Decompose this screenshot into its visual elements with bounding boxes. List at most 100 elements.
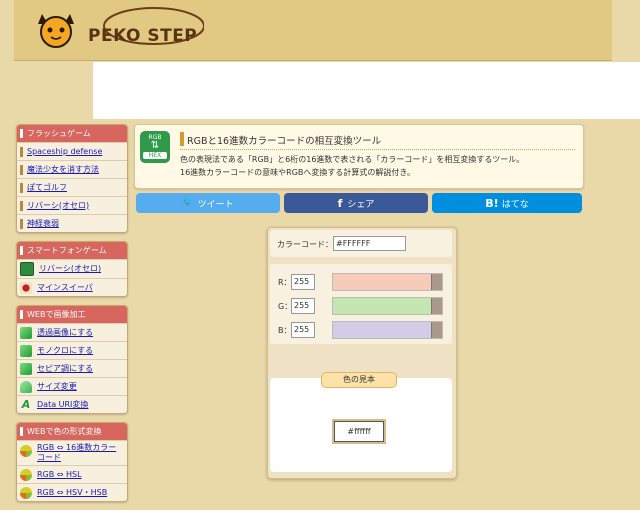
title-card: RGB ⇅ HEX RGBと16進数カラーコードの相互変換ツール 色の表現法であ… bbox=[134, 124, 584, 189]
sidebar-section-image-tools: WEBで画像加工 透過画像にする モノクロにする セピア調にする サイズ変更 A… bbox=[16, 305, 128, 414]
sidebar-section-color-tools: WEBで色の形式変換 RGB ⇔ 16進数カラーコード RGB ⇔ HSL RG… bbox=[16, 422, 128, 502]
sidebar-heading: スマートフォンゲーム bbox=[17, 242, 127, 259]
page-description: 色の表現法である「RGB」と6桁の16進数で表される「カラーコード」を相互変換す… bbox=[180, 153, 524, 179]
color-sample-label: 色の見本 bbox=[321, 372, 397, 388]
ad-banner bbox=[93, 62, 640, 119]
sidebar-link[interactable]: Data URI変換 bbox=[37, 400, 88, 410]
icon-label-hex: HEX bbox=[143, 152, 167, 159]
sidebar-link[interactable]: RGB ⇔ HSV・HSB bbox=[37, 488, 107, 498]
green-slider-thumb[interactable] bbox=[431, 298, 442, 314]
green-cube-icon bbox=[20, 380, 32, 393]
twitter-bird-icon: 🐦 bbox=[182, 198, 194, 208]
color-dot-icon bbox=[20, 445, 32, 457]
colorcode-label: カラーコード： bbox=[277, 240, 333, 249]
title-accent-bar bbox=[180, 132, 184, 146]
red-label: R： bbox=[278, 278, 292, 287]
green-row: G： 255 bbox=[270, 297, 452, 315]
sidebar-item[interactable]: RGB ⇔ 16進数カラーコード bbox=[17, 440, 127, 465]
hatena-label: はてな bbox=[501, 199, 529, 210]
sidebar-item[interactable]: セピア調にする bbox=[17, 359, 127, 377]
sidebar-item[interactable]: サイズ変更 bbox=[17, 377, 127, 395]
green-cube-icon bbox=[20, 344, 32, 357]
sidebar-item[interactable]: リバーシ(オセロ) bbox=[17, 259, 127, 278]
colorcode-row: カラーコード： #FFFFFF bbox=[270, 230, 452, 257]
sidebar-item[interactable]: A Data URI変換 bbox=[17, 395, 127, 413]
share-buttons: 🐦 ツイート f シェア B! はてな bbox=[134, 193, 584, 213]
red-slider-track[interactable] bbox=[332, 273, 443, 291]
letter-a-icon: A bbox=[21, 397, 31, 411]
colorcode-input[interactable]: #FFFFFF bbox=[333, 236, 406, 251]
facebook-share-button[interactable]: f シェア bbox=[284, 193, 428, 213]
facebook-f-icon: f bbox=[337, 196, 343, 210]
sidebar-item[interactable]: 魔法少女を消す方法 bbox=[17, 160, 127, 178]
green-cube-icon bbox=[20, 362, 32, 375]
sidebar-section-smartphone-games: スマートフォンゲーム リバーシ(オセロ) マインスイーパ bbox=[16, 241, 128, 297]
sidebar-link[interactable]: Spaceship defense bbox=[27, 147, 102, 157]
sidebar-item[interactable]: 神経衰弱 bbox=[17, 214, 127, 232]
sidebar-link[interactable]: 魔法少女を消す方法 bbox=[27, 165, 99, 175]
bullet-bar-icon bbox=[20, 182, 23, 193]
bullet-bar-icon bbox=[20, 146, 23, 157]
red-row: R： 255 bbox=[270, 273, 452, 291]
main-content: RGB ⇅ HEX RGBと16進数カラーコードの相互変換ツール 色の表現法であ… bbox=[134, 124, 584, 479]
rgb-hex-icon: RGB ⇅ HEX bbox=[140, 131, 170, 163]
hatena-bookmark-button[interactable]: B! はてな bbox=[432, 193, 582, 213]
page-title: RGBと16進数カラーコードの相互変換ツール bbox=[187, 136, 382, 147]
blue-slider-thumb[interactable] bbox=[431, 322, 442, 338]
green-input[interactable]: 255 bbox=[291, 298, 315, 314]
sidebar-item[interactable]: ぽてゴルフ bbox=[17, 178, 127, 196]
sidebar-link[interactable]: RGB ⇔ HSL bbox=[37, 470, 82, 480]
blue-input[interactable]: 255 bbox=[291, 322, 315, 338]
green-cube-icon bbox=[20, 326, 32, 339]
converter-tool: カラーコード： #FFFFFF R： 255 G： 255 B： 255 色の見… bbox=[267, 227, 457, 479]
sidebar-heading: フラッシュゲーム bbox=[17, 125, 127, 142]
sidebar-link[interactable]: セピア調にする bbox=[37, 364, 93, 374]
sidebar-heading: WEBで画像加工 bbox=[17, 306, 127, 323]
sidebar-heading: WEBで色の形式変換 bbox=[17, 423, 127, 440]
logo-text: PEKO STEP bbox=[88, 26, 198, 46]
sidebar-link[interactable]: RGB ⇔ 16進数カラーコード bbox=[37, 443, 124, 463]
sidebar-link[interactable]: 神経衰弱 bbox=[27, 219, 59, 229]
bullet-bar-icon bbox=[20, 200, 23, 211]
blue-label: B： bbox=[278, 326, 292, 335]
color-dot-icon bbox=[20, 468, 32, 481]
sidebar-item[interactable]: リバーシ(オセロ) bbox=[17, 196, 127, 214]
site-logo[interactable]: PEKO STEP bbox=[34, 6, 204, 50]
green-slider-track[interactable] bbox=[332, 297, 443, 315]
color-sample-swatch: #ffffff bbox=[334, 421, 384, 442]
facebook-share-label: シェア bbox=[347, 199, 375, 210]
sidebar-item[interactable]: マインスイーパ bbox=[17, 278, 127, 296]
sidebar-section-flash-games: フラッシュゲーム Spaceship defense 魔法少女を消す方法 ぽてゴ… bbox=[16, 124, 128, 233]
sidebar-link[interactable]: リバーシ(オセロ) bbox=[39, 264, 101, 274]
sidebar-link[interactable]: モノクロにする bbox=[37, 346, 93, 356]
sidebar-link[interactable]: ぽてゴルフ bbox=[27, 183, 67, 193]
bullet-bar-icon bbox=[20, 218, 23, 229]
sidebar-item[interactable]: RGB ⇔ HSV・HSB bbox=[17, 483, 127, 501]
site-header: PEKO STEP bbox=[14, 0, 612, 61]
sidebar-item[interactable]: Spaceship defense bbox=[17, 142, 127, 160]
red-input[interactable]: 255 bbox=[291, 274, 315, 290]
reversi-icon bbox=[20, 262, 34, 276]
bullet-bar-icon bbox=[20, 164, 23, 175]
sidebar-link[interactable]: リバーシ(オセロ) bbox=[27, 201, 89, 211]
description-line: 色の表現法である「RGB」と6桁の16進数で表される「カラーコード」を相互変換す… bbox=[180, 155, 525, 164]
swap-arrows-icon: ⇅ bbox=[150, 140, 160, 151]
sidebar-item[interactable]: 透過画像にする bbox=[17, 323, 127, 341]
tweet-label: ツイート bbox=[197, 199, 234, 210]
color-sample-panel: 色の見本 #ffffff bbox=[270, 372, 452, 472]
sidebar: フラッシュゲーム Spaceship defense 魔法少女を消す方法 ぽてゴ… bbox=[16, 124, 128, 510]
hatena-b-icon: B! bbox=[485, 196, 499, 210]
sidebar-link[interactable]: マインスイーパ bbox=[37, 283, 93, 293]
sidebar-item[interactable]: RGB ⇔ HSL bbox=[17, 465, 127, 483]
sidebar-link[interactable]: サイズ変更 bbox=[37, 382, 77, 392]
sidebar-link[interactable]: 透過画像にする bbox=[37, 328, 93, 338]
color-dot-icon bbox=[20, 486, 32, 499]
blue-slider-track[interactable] bbox=[332, 321, 443, 339]
blue-row: B： 255 bbox=[270, 321, 452, 339]
title-divider bbox=[180, 149, 575, 150]
rgb-sliders: R： 255 G： 255 B： 255 bbox=[270, 264, 452, 344]
mine-icon bbox=[20, 281, 32, 294]
red-slider-thumb[interactable] bbox=[431, 274, 442, 290]
sidebar-item[interactable]: モノクロにする bbox=[17, 341, 127, 359]
tweet-button[interactable]: 🐦 ツイート bbox=[136, 193, 280, 213]
